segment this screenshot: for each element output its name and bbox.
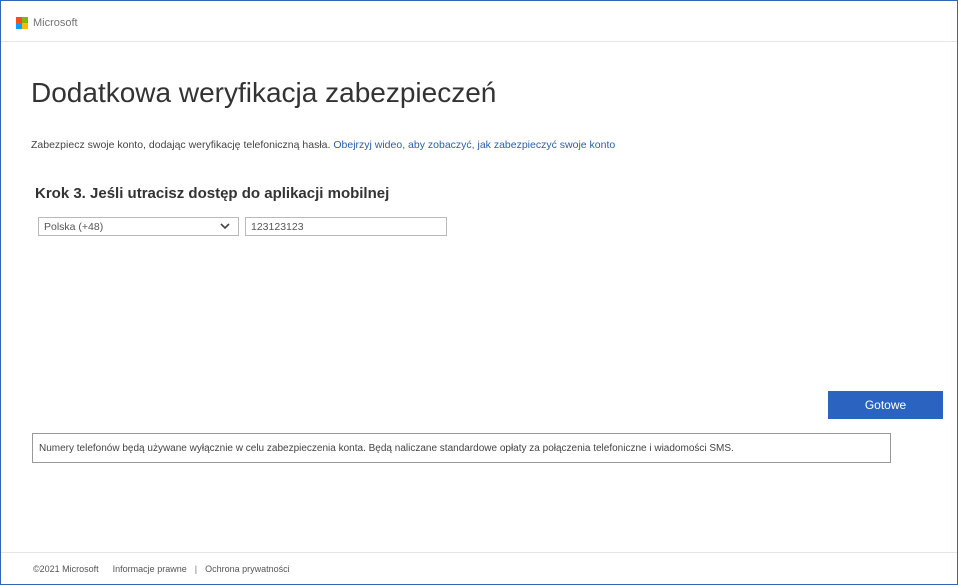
country-code-value: Polska (+48) (44, 220, 104, 233)
done-button[interactable]: Gotowe (828, 391, 943, 419)
step-title: Krok 3. Jeśli utracisz dostęp do aplikac… (35, 185, 390, 202)
intro-text: Zabezpiecz swoje konto, dodając weryfika… (31, 139, 615, 151)
legal-link[interactable]: Informacje prawne (113, 564, 187, 574)
page-frame: Microsoft Dodatkowa weryfikacja zabezpie… (0, 0, 958, 585)
chevron-down-icon (218, 220, 232, 234)
logo-text: Microsoft (33, 17, 78, 29)
page-title: Dodatkowa weryfikacja zabezpieczeń (31, 77, 497, 108)
logo-square-yellow (22, 23, 28, 29)
copyright-text: ©2021 Microsoft (33, 564, 99, 574)
intro-description: Zabezpiecz swoje konto, dodając weryfika… (31, 139, 331, 151)
footer: ©2021 Microsoft Informacje prawne | Ochr… (1, 552, 957, 586)
country-code-select[interactable]: Polska (+48) (38, 217, 239, 236)
sms-notice: Numery telefonów będą używane wyłącznie … (32, 433, 891, 463)
microsoft-logo: Microsoft (16, 17, 78, 29)
phone-number-input[interactable] (245, 217, 447, 236)
privacy-link[interactable]: Ochrona prywatności (205, 564, 290, 574)
footer-separator: | (194, 564, 198, 574)
watch-video-link[interactable]: Obejrzyj wideo, aby zobaczyć, jak zabezp… (333, 139, 615, 151)
footer-links: ©2021 Microsoft Informacje prawne | Ochr… (33, 564, 290, 574)
microsoft-logo-icon (16, 17, 28, 29)
header: Microsoft (1, 1, 957, 42)
